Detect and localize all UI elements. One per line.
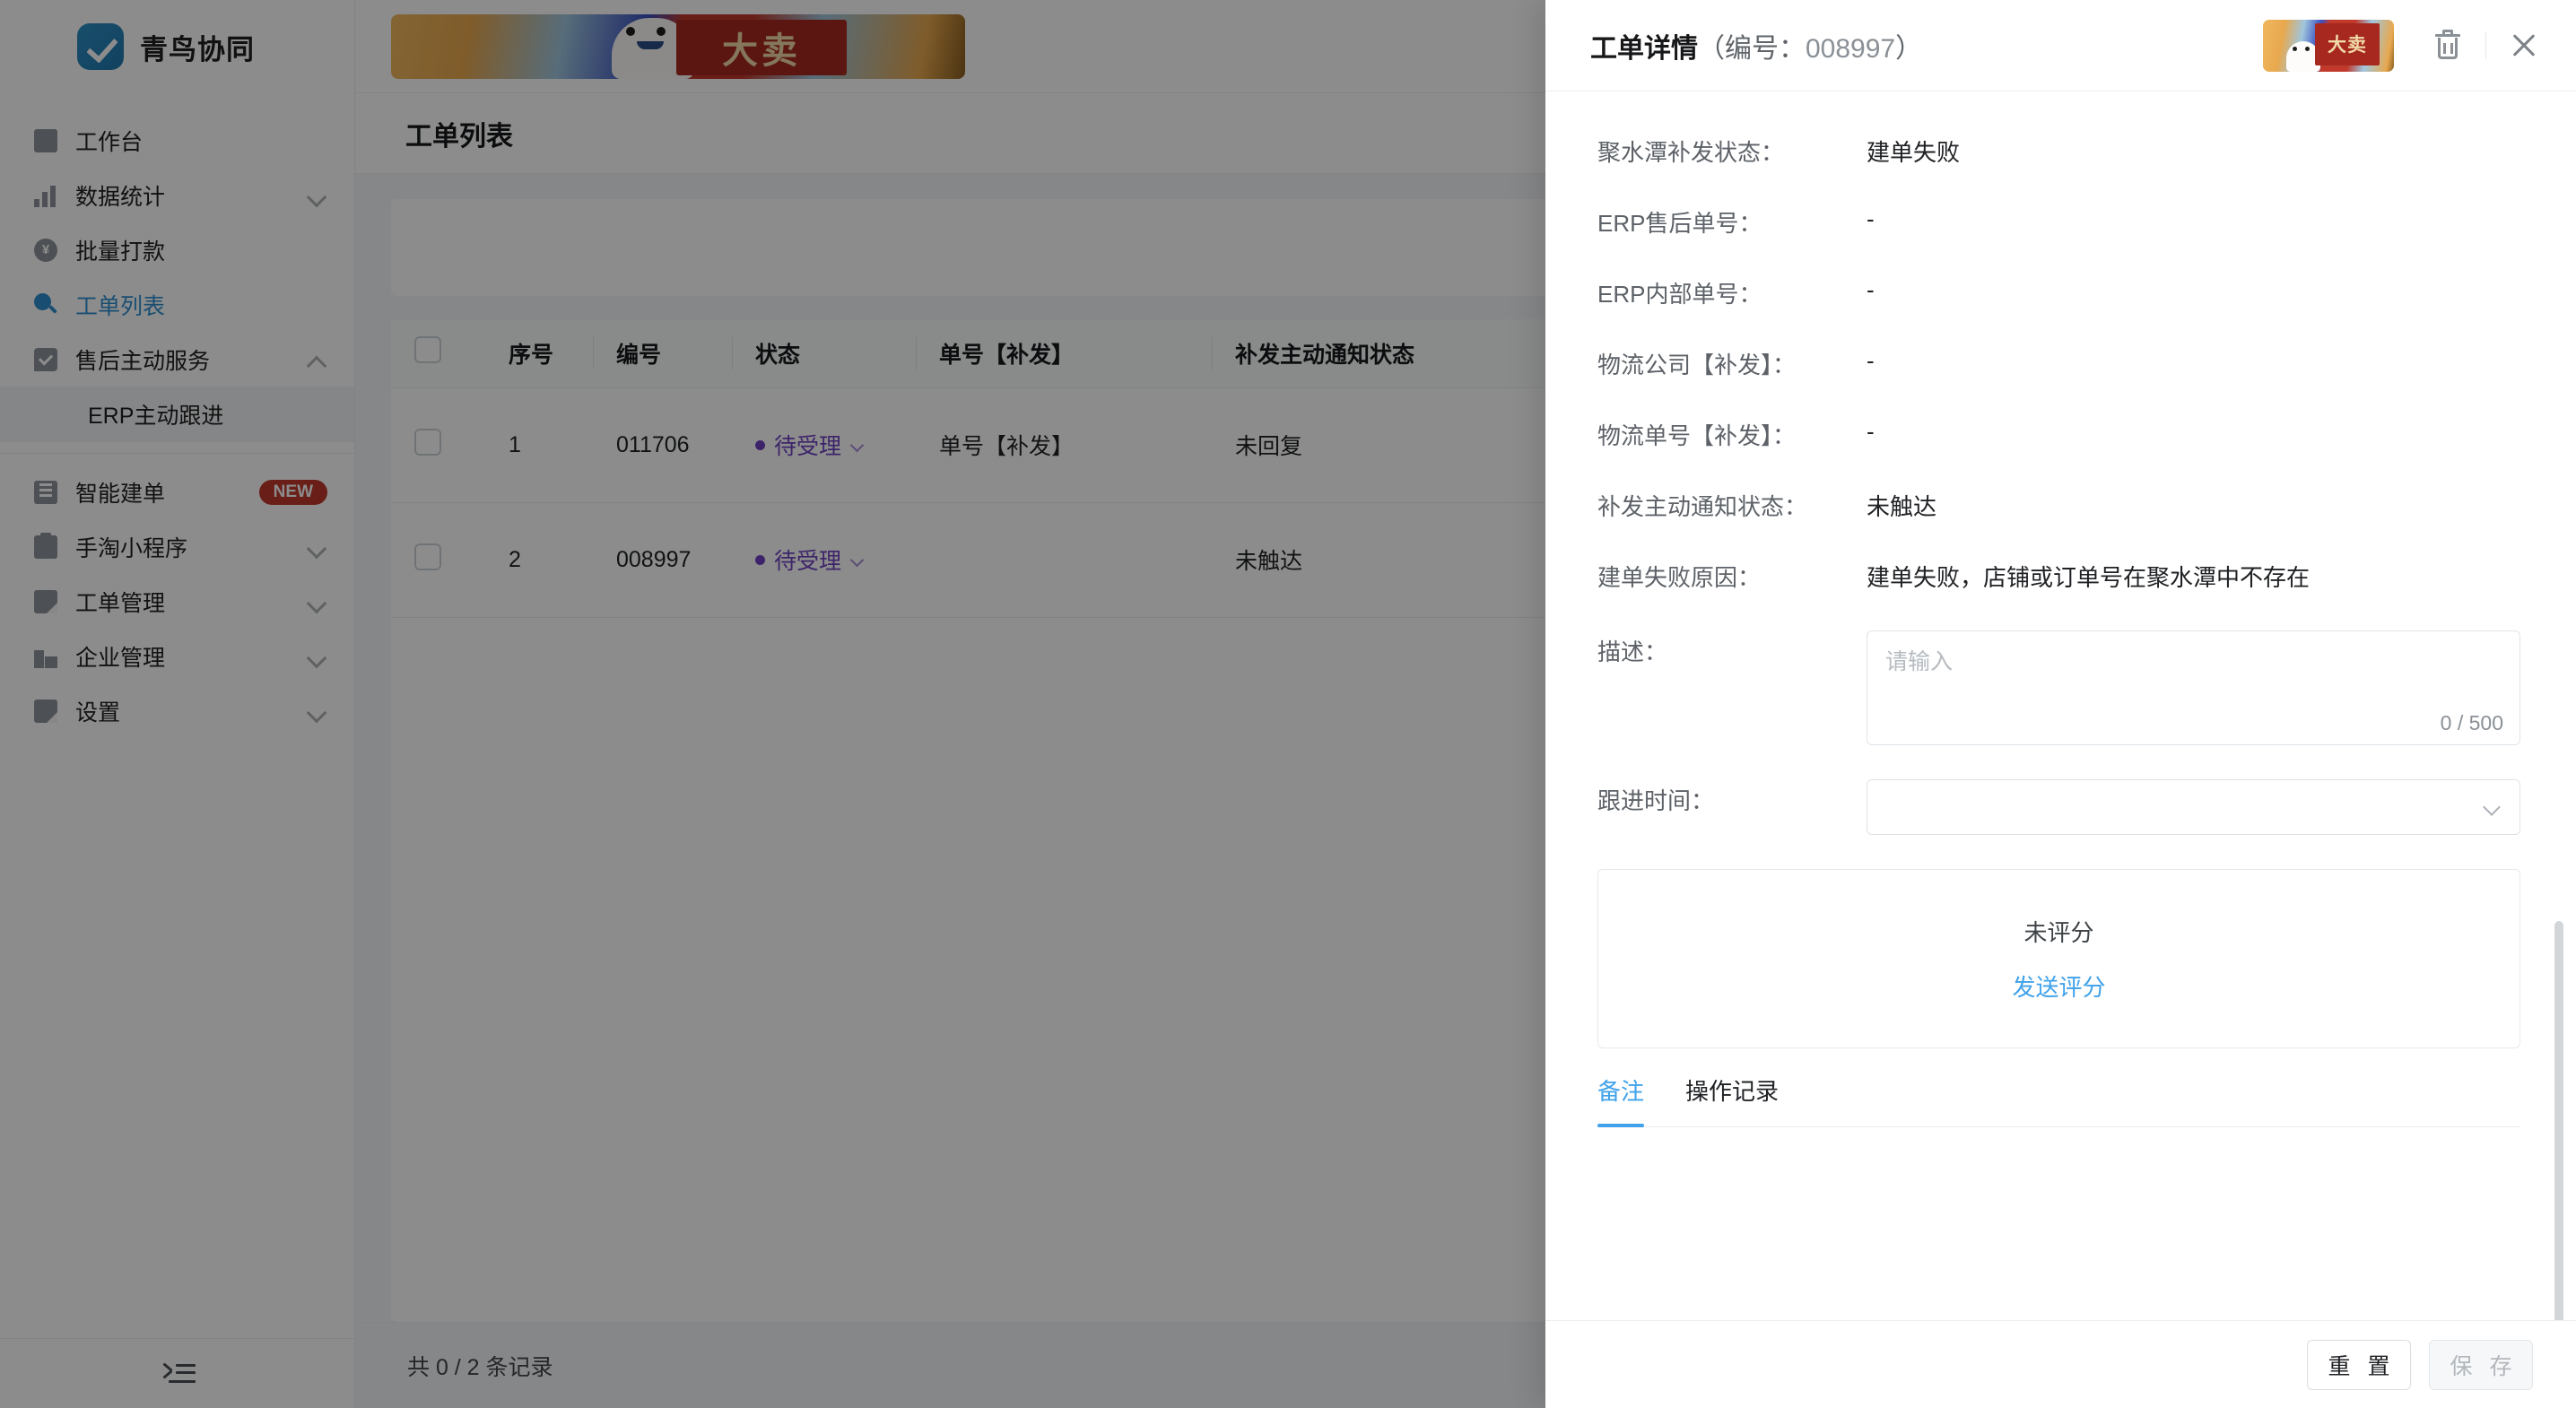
drawer-title: 工单详情（编号：008997） [1590, 26, 1922, 65]
field-value: - [1867, 418, 1875, 445]
drawer-title-paren-open: （编号： [1698, 33, 1806, 64]
rating-status: 未评分 [2023, 919, 2094, 946]
field-label: 物流单号【补发】： [1597, 422, 1797, 449]
field-value: 未触达 [1867, 493, 1937, 520]
chevron-down-icon [2484, 800, 2500, 816]
field-label: 建单失败原因： [1597, 564, 1762, 591]
field-label: ERP售后单号： [1597, 210, 1762, 237]
drawer-footer: 重 置 保 存 [1545, 1320, 2576, 1408]
field-row-failure-reason: 建单失败原因： 建单失败，店铺或订单号在聚水潭中不存在 [1597, 556, 2520, 593]
drawer-body: 聚水潭补发状态： 建单失败 ERP售后单号： - ERP内部单号： - 物流公司… [1545, 91, 2576, 1320]
field-row-logistics-no: 物流单号【补发】： - [1597, 414, 2520, 451]
send-rating-link[interactable]: 发送评分 [2012, 969, 2105, 1003]
tab-notes[interactable]: 备注 [1597, 1073, 1645, 1127]
field-value: 建单失败，店铺或订单号在聚水潭中不存在 [1867, 564, 2311, 591]
drawer-header: 工单详情（编号：008997） 大卖 [1545, 0, 2576, 91]
follow-time-label: 跟进时间： [1597, 787, 1715, 814]
ticket-detail-drawer: 工单详情（编号：008997） 大卖 聚水潭补发状态： 建单失败 ERP售后单号… [1545, 0, 2576, 1408]
close-icon[interactable] [2504, 26, 2544, 65]
field-value: - [1867, 276, 1875, 303]
field-row-logistics-company: 物流公司【补发】： - [1597, 343, 2520, 380]
field-label: 补发主动通知状态： [1597, 493, 1808, 520]
drawer-title-main: 工单详情 [1590, 33, 1698, 64]
field-label: 聚水潭补发状态： [1597, 139, 1785, 166]
save-button[interactable]: 保 存 [2429, 1339, 2533, 1390]
drawer-promo-text: 大卖 [2315, 22, 2380, 65]
field-row-erp-internal-no: ERP内部单号： - [1597, 273, 2520, 309]
field-value: - [1867, 205, 1875, 232]
field-row-description: 描述： 请输入 0 / 500 [1597, 630, 2520, 745]
field-value: - [1867, 347, 1875, 374]
field-label: ERP内部单号： [1597, 281, 1762, 308]
drawer-title-paren-close: ） [1895, 33, 1923, 64]
description-label: 描述： [1597, 639, 1668, 665]
field-label: 物流公司【补发】： [1597, 352, 1797, 378]
drawer-title-number: 008997 [1806, 33, 1896, 64]
field-row-follow-time: 跟进时间： [1597, 779, 2520, 835]
description-placeholder: 请输入 [1885, 649, 1954, 674]
drawer-promo-banner-image[interactable]: 大卖 [2263, 19, 2394, 72]
tab-operation-log[interactable]: 操作记录 [1685, 1073, 1779, 1126]
header-divider [2485, 31, 2486, 59]
field-row-jushuitan-status: 聚水潭补发状态： 建单失败 [1597, 131, 2520, 168]
field-value: 建单失败 [1867, 139, 1961, 166]
reset-button[interactable]: 重 置 [2307, 1339, 2411, 1390]
trash-icon[interactable] [2428, 26, 2467, 65]
follow-time-select[interactable] [1867, 779, 2520, 835]
field-row-notify-status: 补发主动通知状态： 未触达 [1597, 485, 2520, 522]
description-input[interactable]: 请输入 0 / 500 [1867, 630, 2520, 745]
app-root: 青鸟协同 工作台 数据统计 批量打款 工单列表 [0, 0, 2576, 1408]
rating-card: 未评分 发送评分 [1597, 869, 2520, 1048]
drawer-tabs: 备注 操作记录 [1597, 1073, 2520, 1127]
modal-overlay[interactable] [0, 0, 1545, 1408]
field-row-erp-aftersales-no: ERP售后单号： - [1597, 202, 2520, 239]
description-counter: 0 / 500 [2440, 711, 2503, 734]
drawer-scrollbar[interactable] [2554, 921, 2563, 1320]
